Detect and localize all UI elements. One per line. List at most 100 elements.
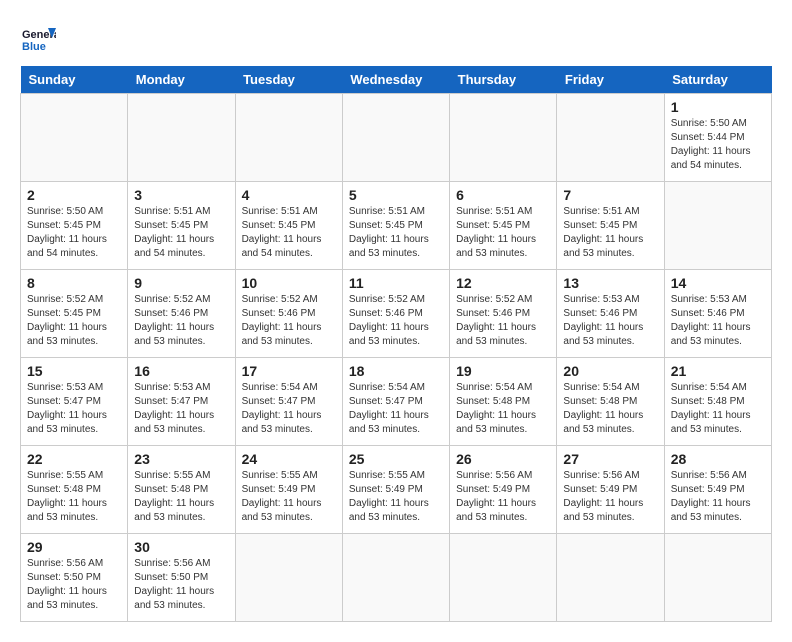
day-info: Sunrise: 5:50 AM Sunset: 5:44 PM Dayligh…: [671, 117, 765, 173]
day-number: 9: [134, 275, 228, 291]
calendar-cell: [557, 94, 664, 182]
calendar-cell: 10Sunrise: 5:52 AM Sunset: 5:46 PM Dayli…: [235, 270, 342, 358]
calendar-cell: 12 Sunrise: 5:52 AM Sunset: 5:46 PM Dayli…: [450, 270, 557, 358]
calendar-cell: 27 Sunrise: 5:56 AM Sunset: 5:49 PM Dayli…: [557, 446, 664, 534]
calendar-cell: 21Sunrise: 5:54 AM Sunset: 5:48 PM Dayli…: [664, 358, 771, 446]
header-thursday: Thursday: [450, 66, 557, 94]
calendar-cell: 9 Sunrise: 5:52 AM Sunset: 5:46 PM Daylig…: [128, 270, 235, 358]
day-number: 10: [242, 275, 336, 291]
calendar-cell: [342, 94, 449, 182]
calendar-cell: [235, 94, 342, 182]
calendar-cell: [342, 534, 449, 622]
calendar-cell: 2 Sunrise: 5:50 AM Sunset: 5:45 PM Daylig…: [21, 182, 128, 270]
calendar-cell: 3 Sunrise: 5:51 AM Sunset: 5:45 PM Daylig…: [128, 182, 235, 270]
calendar-cell: 20 Sunrise: 5:54 AM Sunset: 5:48 PM Dayli…: [557, 358, 664, 446]
day-info: Sunrise: 5:54 AM Sunset: 5:48 PM Dayligh…: [563, 381, 657, 437]
calendar-cell: 30Sunrise: 5:56 AM Sunset: 5:50 PM Dayli…: [128, 534, 235, 622]
day-number: 28: [671, 451, 765, 467]
day-info: Sunrise: 5:53 AM Sunset: 5:47 PM Dayligh…: [27, 381, 121, 437]
day-number: 21: [671, 363, 765, 379]
calendar-cell: 29Sunrise: 5:56 AM Sunset: 5:50 PM Dayli…: [21, 534, 128, 622]
day-number: 13: [563, 275, 657, 291]
day-info: Sunrise: 5:53 AM Sunset: 5:46 PM Dayligh…: [563, 293, 657, 349]
day-info: Sunrise: 5:55 AM Sunset: 5:48 PM Dayligh…: [27, 469, 121, 525]
day-number: 19: [456, 363, 550, 379]
day-info: Sunrise: 5:52 AM Sunset: 5:46 PM Dayligh…: [134, 293, 228, 349]
calendar-cell: 19 Sunrise: 5:54 AM Sunset: 5:48 PM Dayli…: [450, 358, 557, 446]
day-info: Sunrise: 5:54 AM Sunset: 5:47 PM Dayligh…: [349, 381, 443, 437]
calendar-cell: 18 Sunrise: 5:54 AM Sunset: 5:47 PM Dayli…: [342, 358, 449, 446]
calendar-cell: [664, 182, 771, 270]
calendar-table: SundayMondayTuesdayWednesdayThursdayFrid…: [20, 66, 772, 622]
day-number: 3: [134, 187, 228, 203]
calendar-cell: 23 Sunrise: 5:55 AM Sunset: 5:48 PM Dayli…: [128, 446, 235, 534]
calendar-cell: [450, 534, 557, 622]
page-header: General Blue: [20, 20, 772, 56]
day-number: 29: [27, 539, 121, 555]
day-number: 30: [134, 539, 228, 555]
header-monday: Monday: [128, 66, 235, 94]
day-number: 6: [456, 187, 550, 203]
calendar-cell: 4Sunrise: 5:51 AM Sunset: 5:45 PM Daylig…: [235, 182, 342, 270]
day-number: 27: [563, 451, 657, 467]
day-info: Sunrise: 5:53 AM Sunset: 5:46 PM Dayligh…: [671, 293, 765, 349]
day-info: Sunrise: 5:52 AM Sunset: 5:46 PM Dayligh…: [456, 293, 550, 349]
day-number: 18: [349, 363, 443, 379]
day-info: Sunrise: 5:54 AM Sunset: 5:48 PM Dayligh…: [456, 381, 550, 437]
calendar-cell: 7 Sunrise: 5:51 AM Sunset: 5:45 PM Daylig…: [557, 182, 664, 270]
day-number: 5: [349, 187, 443, 203]
calendar-cell: 1 Sunrise: 5:50 AM Sunset: 5:44 PM Daylig…: [664, 94, 771, 182]
day-info: Sunrise: 5:55 AM Sunset: 5:49 PM Dayligh…: [349, 469, 443, 525]
day-info: Sunrise: 5:55 AM Sunset: 5:48 PM Dayligh…: [134, 469, 228, 525]
day-info: Sunrise: 5:56 AM Sunset: 5:49 PM Dayligh…: [456, 469, 550, 525]
header-tuesday: Tuesday: [235, 66, 342, 94]
day-number: 4: [242, 187, 336, 203]
week-row-4: 15Sunrise: 5:53 AM Sunset: 5:47 PM Dayli…: [21, 358, 772, 446]
day-info: Sunrise: 5:52 AM Sunset: 5:46 PM Dayligh…: [349, 293, 443, 349]
day-number: 12: [456, 275, 550, 291]
week-row-3: 8 Sunrise: 5:52 AM Sunset: 5:45 PM Daylig…: [21, 270, 772, 358]
header-friday: Friday: [557, 66, 664, 94]
day-number: 20: [563, 363, 657, 379]
day-info: Sunrise: 5:52 AM Sunset: 5:45 PM Dayligh…: [27, 293, 121, 349]
calendar-cell: [450, 94, 557, 182]
day-number: 8: [27, 275, 121, 291]
calendar-cell: [664, 534, 771, 622]
day-info: Sunrise: 5:56 AM Sunset: 5:49 PM Dayligh…: [671, 469, 765, 525]
calendar-cell: 16Sunrise: 5:53 AM Sunset: 5:47 PM Dayli…: [128, 358, 235, 446]
day-number: 1: [671, 99, 765, 115]
day-number: 2: [27, 187, 121, 203]
day-number: 23: [134, 451, 228, 467]
day-info: Sunrise: 5:51 AM Sunset: 5:45 PM Dayligh…: [134, 205, 228, 261]
calendar-cell: 5Sunrise: 5:51 AM Sunset: 5:45 PM Daylig…: [342, 182, 449, 270]
week-row-5: 22Sunrise: 5:55 AM Sunset: 5:48 PM Dayli…: [21, 446, 772, 534]
day-info: Sunrise: 5:50 AM Sunset: 5:45 PM Dayligh…: [27, 205, 121, 261]
calendar-cell: 15Sunrise: 5:53 AM Sunset: 5:47 PM Dayli…: [21, 358, 128, 446]
calendar-cell: [128, 94, 235, 182]
calendar-cell: 6 Sunrise: 5:51 AM Sunset: 5:45 PM Daylig…: [450, 182, 557, 270]
day-info: Sunrise: 5:56 AM Sunset: 5:49 PM Dayligh…: [563, 469, 657, 525]
day-number: 26: [456, 451, 550, 467]
header-wednesday: Wednesday: [342, 66, 449, 94]
calendar-cell: 25 Sunrise: 5:55 AM Sunset: 5:49 PM Dayli…: [342, 446, 449, 534]
day-info: Sunrise: 5:51 AM Sunset: 5:45 PM Dayligh…: [563, 205, 657, 261]
day-info: Sunrise: 5:53 AM Sunset: 5:47 PM Dayligh…: [134, 381, 228, 437]
day-info: Sunrise: 5:54 AM Sunset: 5:47 PM Dayligh…: [242, 381, 336, 437]
svg-text:Blue: Blue: [22, 41, 46, 53]
day-number: 17: [242, 363, 336, 379]
day-info: Sunrise: 5:55 AM Sunset: 5:49 PM Dayligh…: [242, 469, 336, 525]
calendar-cell: 17 Sunrise: 5:54 AM Sunset: 5:47 PM Dayli…: [235, 358, 342, 446]
calendar-cell: 14 Sunrise: 5:53 AM Sunset: 5:46 PM Dayli…: [664, 270, 771, 358]
header-saturday: Saturday: [664, 66, 771, 94]
day-number: 14: [671, 275, 765, 291]
day-info: Sunrise: 5:51 AM Sunset: 5:45 PM Dayligh…: [456, 205, 550, 261]
logo-icon: General Blue: [20, 20, 56, 56]
calendar-cell: [21, 94, 128, 182]
logo: General Blue: [20, 20, 60, 56]
calendar-header-row: SundayMondayTuesdayWednesdayThursdayFrid…: [21, 66, 772, 94]
calendar-cell: 13 Sunrise: 5:53 AM Sunset: 5:46 PM Dayli…: [557, 270, 664, 358]
day-number: 25: [349, 451, 443, 467]
calendar-cell: 22Sunrise: 5:55 AM Sunset: 5:48 PM Dayli…: [21, 446, 128, 534]
day-number: 7: [563, 187, 657, 203]
header-sunday: Sunday: [21, 66, 128, 94]
